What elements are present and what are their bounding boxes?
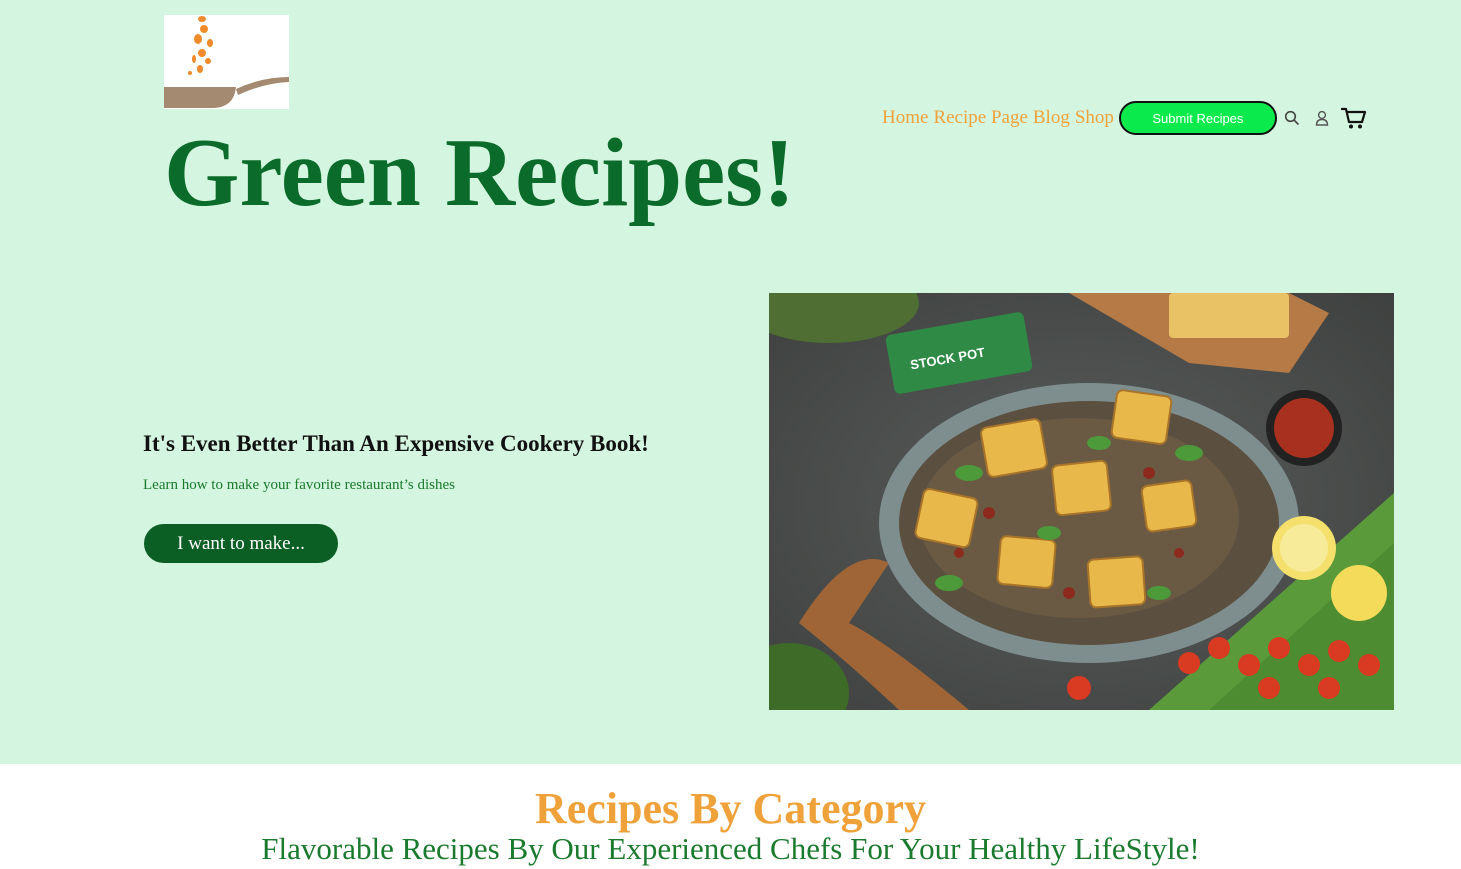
main-nav: Home Recipe Page Blog Shop Submit Recipe… xyxy=(882,101,1367,135)
search-icon[interactable] xyxy=(1284,110,1300,126)
submit-recipes-button[interactable]: Submit Recipes xyxy=(1118,101,1277,135)
category-subtitle: Flavorable Recipes By Our Experienced Ch… xyxy=(261,831,1200,866)
site-title: Green Recipes! xyxy=(164,119,796,226)
account-icon[interactable] xyxy=(1314,109,1330,127)
nav-shop[interactable]: Shop xyxy=(1075,107,1114,129)
hero-food-image: STOCK POT xyxy=(769,293,1394,710)
pan-logo-icon xyxy=(164,16,289,108)
site-logo[interactable] xyxy=(164,15,289,109)
hero-heading: It's Even Better Than An Expensive Cooke… xyxy=(143,431,649,456)
hero-subheading: Learn how to make your favorite restaura… xyxy=(143,477,455,493)
nav-home[interactable]: Home xyxy=(882,107,928,129)
nav-blog[interactable]: Blog xyxy=(1033,107,1070,129)
nav-recipe-page[interactable]: Recipe Page xyxy=(933,107,1027,129)
i-want-to-make-button[interactable]: I want to make... xyxy=(144,524,338,563)
category-title: Recipes By Category xyxy=(534,784,926,833)
cart-icon[interactable] xyxy=(1340,106,1367,130)
